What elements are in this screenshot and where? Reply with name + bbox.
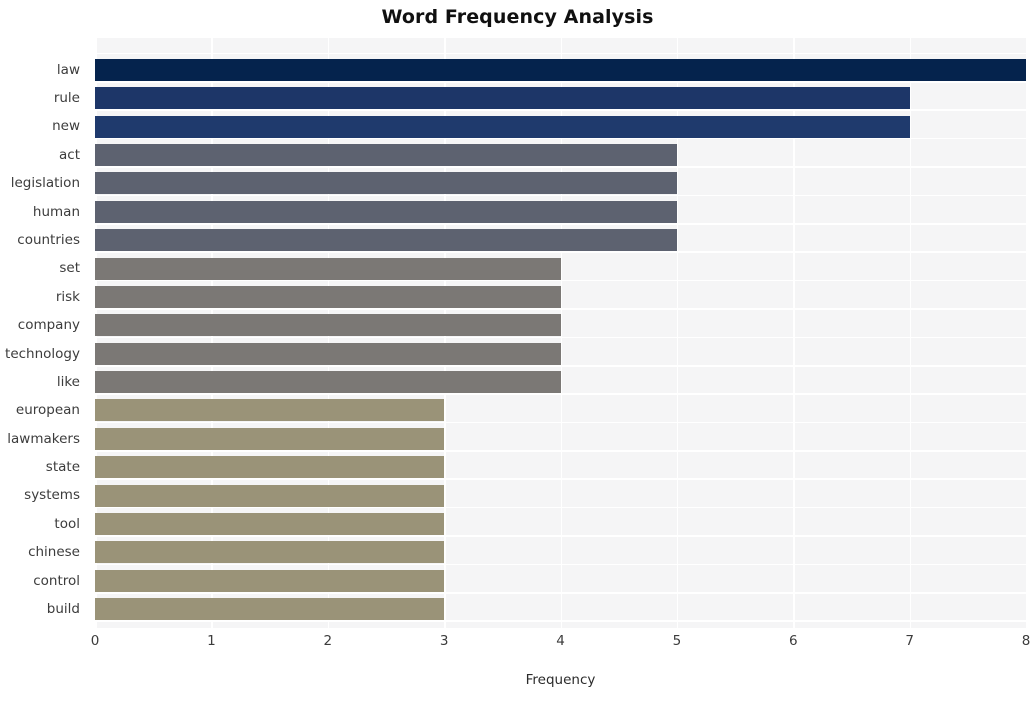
y-tick-label: act (59, 146, 80, 163)
y-axis-tick-labels: law rule new act legislation human countries se… (0, 38, 88, 628)
x-tick-label: 3 (439, 633, 449, 649)
bar (95, 427, 445, 450)
y-tick-label: countries (17, 231, 80, 248)
y-tick-label: risk (55, 288, 80, 305)
bar (95, 314, 561, 337)
bar (95, 541, 445, 564)
bar-row (95, 481, 1026, 509)
y-tick-label: new (52, 118, 80, 135)
bar (95, 200, 677, 223)
x-axis-tick-labels: 0 1 2 3 4 5 6 7 8 (91, 633, 1031, 657)
x-tick-label: 8 (1021, 633, 1031, 649)
x-axis-label: Frequency (525, 672, 596, 688)
x-tick-label: 5 (672, 633, 682, 649)
y-tick-label: rule (53, 89, 80, 106)
y-tick-label: systems (24, 487, 80, 504)
bar-row (95, 510, 1026, 538)
y-tick-label: lawmakers (7, 430, 80, 447)
bar-row (95, 169, 1026, 197)
y-tick-label: legislation (10, 175, 80, 192)
bar-row (95, 368, 1026, 396)
bar-row (95, 141, 1026, 169)
y-tick-label: technology (5, 345, 80, 362)
y-tick-label: company (17, 317, 80, 334)
x-tick-label: 7 (905, 633, 914, 649)
bar (95, 172, 677, 195)
bar (95, 87, 910, 110)
bar (95, 399, 445, 422)
y-tick-label: chinese (28, 544, 80, 561)
bar-row (95, 538, 1026, 566)
bar (95, 569, 445, 592)
bar-row (95, 84, 1026, 112)
bar (95, 598, 445, 621)
x-tick-label: 1 (207, 633, 216, 649)
bar-row (95, 595, 1026, 623)
bar-row (95, 567, 1026, 595)
y-tick-label: tool (54, 515, 80, 532)
bar-row (95, 254, 1026, 282)
y-tick-label: set (59, 260, 80, 277)
bar (95, 257, 561, 280)
y-tick-label: human (32, 203, 80, 220)
y-tick-label: build (46, 601, 80, 618)
bar (95, 456, 445, 479)
bar-row (95, 425, 1026, 453)
bar (95, 371, 561, 394)
x-tick-label: 4 (556, 633, 565, 649)
bar-row (95, 112, 1026, 140)
bar-row (95, 56, 1026, 84)
bar (95, 342, 561, 365)
bar-row (95, 453, 1026, 481)
y-tick-label: european (15, 402, 80, 419)
y-tick-label: state (45, 459, 80, 476)
x-tick-label: 2 (323, 633, 333, 649)
bar (95, 229, 677, 252)
bar-row (95, 283, 1026, 311)
bar-row (95, 311, 1026, 339)
bar (95, 484, 445, 507)
bar (95, 115, 910, 138)
bar-row (95, 226, 1026, 254)
x-tick-label: 0 (90, 633, 100, 649)
y-tick-label: like (56, 373, 80, 390)
y-tick-label: control (33, 572, 80, 589)
bar-row (95, 396, 1026, 424)
bar-row (95, 340, 1026, 368)
y-tick-label: law (56, 61, 80, 78)
bar (95, 285, 561, 308)
bar-row (95, 198, 1026, 226)
bar (95, 58, 1026, 81)
plot-area (95, 38, 1026, 628)
chart-title: Word Frequency Analysis (381, 6, 654, 28)
bar (95, 143, 677, 166)
y-gridline (95, 52, 1026, 55)
x-tick-label: 6 (788, 633, 798, 649)
chart-figure: Word Frequency Analysis law rule new act leg… (0, 0, 1035, 701)
bar (95, 513, 445, 536)
